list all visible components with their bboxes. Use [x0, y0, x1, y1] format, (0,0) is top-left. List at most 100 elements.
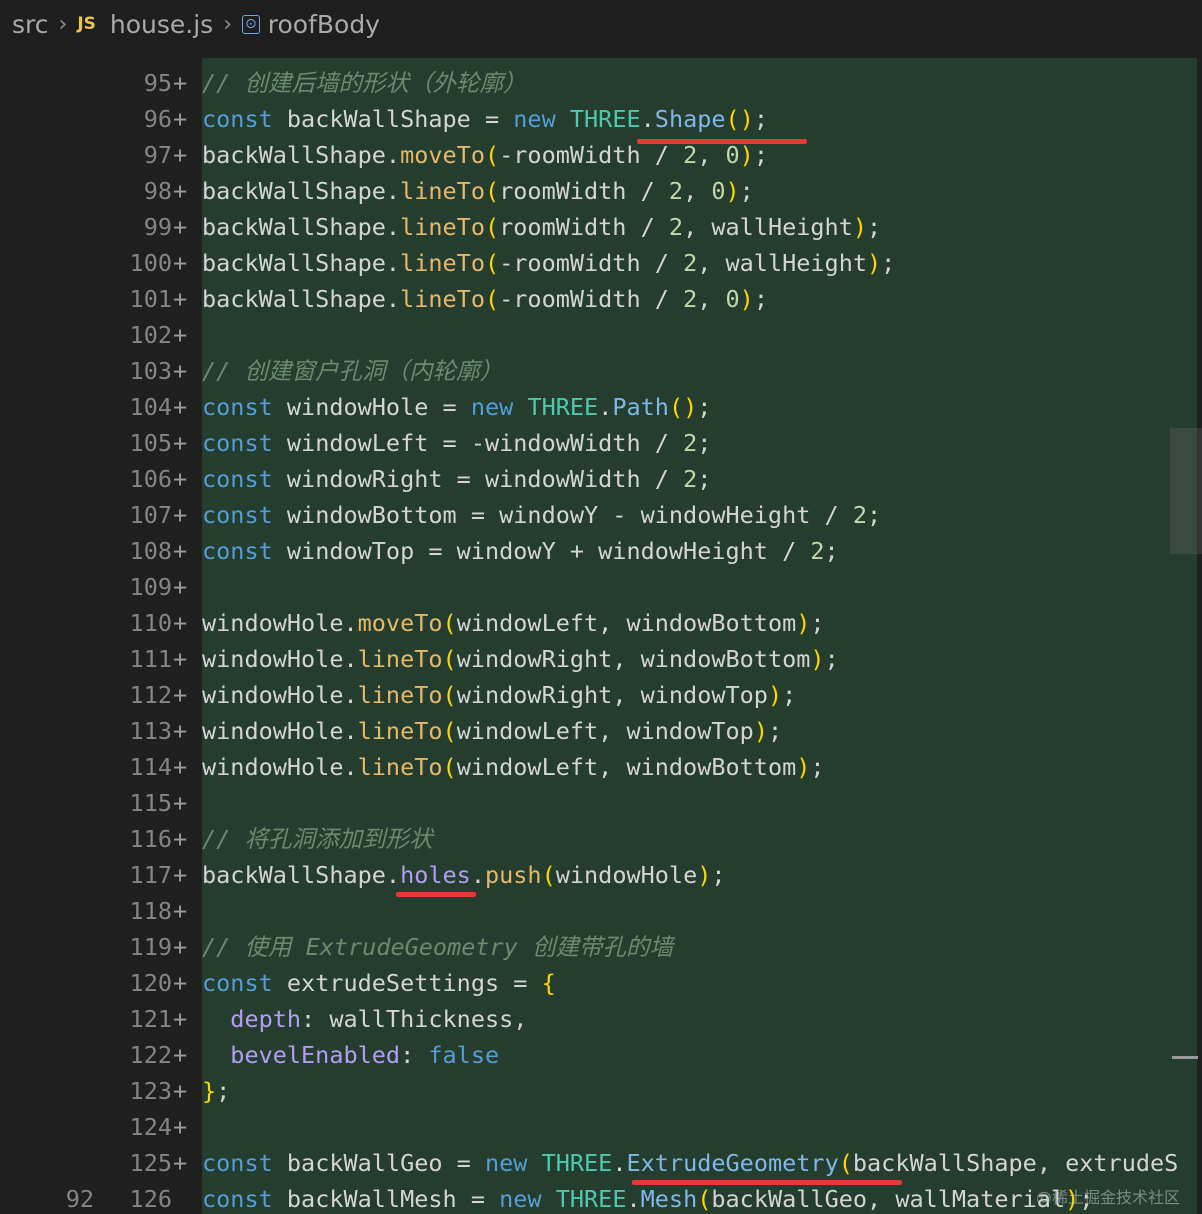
code-token: ; [697, 465, 712, 493]
breadcrumb-file[interactable]: JS house.js [77, 10, 213, 39]
code-line[interactable]: 107 + const windowBottom = windowY - windo… [0, 497, 1202, 533]
line-number: 116 [129, 825, 172, 853]
code-token: -roomWidth / [499, 141, 684, 169]
breadcrumb-symbol[interactable]: ⊙ roofBody [242, 10, 380, 39]
code-token: , [697, 141, 726, 169]
code-line[interactable]: 103 + // 创建窗户孔洞（内轮廓） [0, 353, 1202, 389]
code-line[interactable]: 105 + const windowLeft = -windowWidth / 2; [0, 425, 1202, 461]
code-token: lineTo [400, 177, 485, 205]
code-token: windowBottom = windowY - windowHeight / [272, 501, 853, 529]
code-token: ) [753, 717, 768, 745]
code-text: windowHole.lineTo(windowLeft, windowBott… [202, 749, 825, 785]
diff-added-marker: + [173, 1041, 188, 1069]
code-token: . [612, 1149, 627, 1177]
code-token: new [484, 1149, 528, 1177]
code-line[interactable]: 100 + backWallShape.lineTo(-roomWidth / 2,… [0, 245, 1202, 281]
line-number: 119 [129, 933, 172, 961]
code-token: backWallGeo, wallMaterial [711, 1185, 1066, 1213]
code-text: const backWallGeo = new THREE.ExtrudeGeo… [202, 1145, 1178, 1181]
breadcrumb-folder[interactable]: src [12, 10, 49, 39]
line-number: 98 [143, 177, 172, 205]
code-line[interactable]: 115 + [0, 785, 1202, 821]
line-number: 125 [129, 1149, 172, 1177]
code-text: const windowBottom = windowY - windowHei… [202, 497, 881, 533]
code-line[interactable]: 98 + backWallShape.lineTo(roomWidth / 2, 0… [0, 173, 1202, 209]
code-token: ; [753, 105, 768, 133]
code-token: const [202, 105, 273, 133]
code-line[interactable]: 125 + const backWallGeo = new THREE.Extrud… [0, 1145, 1202, 1181]
code-line[interactable]: 108 + const windowTop = windowY + windowHe… [0, 533, 1202, 569]
code-line[interactable]: 121 + depth: wallThickness, [0, 1001, 1202, 1037]
diff-added-marker: + [173, 825, 188, 853]
code-text: backWallShape.lineTo(-roomWidth / 2, 0); [202, 281, 768, 317]
diff-added-marker: + [173, 897, 188, 925]
code-token: lineTo [357, 753, 443, 781]
code-token: lineTo [357, 717, 443, 745]
code-token: lineTo [400, 285, 485, 313]
code-line[interactable]: 109 + [0, 569, 1202, 605]
code-line[interactable]: 99 + backWallShape.lineTo(roomWidth / 2, w… [0, 209, 1202, 245]
code-token: ) [852, 213, 867, 241]
scrollbar-thumb[interactable] [1170, 428, 1202, 554]
code-line[interactable]: 97 + backWallShape.moveTo(-roomWidth / 2, … [0, 137, 1202, 173]
code-token: () [725, 105, 754, 133]
line-number: 106 [129, 465, 172, 493]
code-line[interactable]: 114 + windowHole.lineTo(windowLeft, window… [0, 749, 1202, 785]
code-text: // 创建后墙的形状（外轮廓） [202, 65, 526, 101]
diff-added-marker: + [173, 753, 188, 781]
code-line[interactable]: 96 + const backWallShape = new THREE.Shape… [0, 101, 1202, 137]
code-token: . [598, 393, 613, 421]
code-line[interactable]: 124 + [0, 1109, 1202, 1145]
code-token: 2 [810, 537, 825, 565]
code-line[interactable]: 120 + const extrudeSettings = { [0, 965, 1202, 1001]
line-number: 110 [129, 609, 172, 637]
code-token: : wallThickness, [301, 1005, 528, 1033]
code-token: 0 [711, 177, 726, 205]
code-token: 0 [725, 285, 740, 313]
code-line[interactable]: 119 + // 使用 ExtrudeGeometry 创建带孔的墙 [0, 929, 1202, 965]
code-line[interactable]: 118 + [0, 893, 1202, 929]
code-token: windowHole [555, 861, 698, 889]
code-token: ) [867, 249, 882, 277]
code-line[interactable]: 101 + backWallShape.lineTo(-roomWidth / 2,… [0, 281, 1202, 317]
code-token: windowHole. [202, 717, 358, 745]
code-text: const backWallMesh = new THREE.Mesh(back… [202, 1181, 1093, 1214]
code-text: bevelEnabled: false [202, 1037, 499, 1073]
code-line[interactable]: 110 + windowHole.moveTo(windowLeft, window… [0, 605, 1202, 641]
code-line[interactable]: 113 + windowHole.lineTo(windowLeft, window… [0, 713, 1202, 749]
diff-added-marker: + [173, 933, 188, 961]
code-text: windowHole.lineTo(windowLeft, windowTop)… [202, 713, 782, 749]
line-number: 122 [129, 1041, 172, 1069]
code-line[interactable]: 111 + windowHole.lineTo(windowRight, windo… [0, 641, 1202, 677]
code-line[interactable]: 122 + bevelEnabled: false [0, 1037, 1202, 1073]
code-line[interactable]: 92 126 const backWallMesh = new THREE.Mesh… [0, 1181, 1202, 1214]
code-line[interactable]: 123 +}; [0, 1073, 1202, 1109]
symbol-label: roofBody [267, 9, 380, 39]
diff-added-marker: + [173, 393, 188, 421]
line-number: 126 [129, 1185, 172, 1213]
code-line[interactable]: 95 + // 创建后墙的形状（外轮廓） [0, 65, 1202, 101]
code-token: ExtrudeGeometry [626, 1149, 839, 1177]
code-token: ; [782, 681, 797, 709]
code-text: backWallShape.lineTo(-roomWidth / 2, wal… [202, 245, 895, 281]
code-token: roomWidth / [499, 213, 669, 241]
code-token: false [428, 1041, 500, 1069]
diff-added-marker: + [173, 645, 188, 673]
code-token: lineTo [400, 249, 485, 277]
line-number: 107 [129, 501, 172, 529]
code-line[interactable]: 112 + windowHole.lineTo(windowRight, windo… [0, 677, 1202, 713]
code-text: // 使用 ExtrudeGeometry 创建带孔的墙 [202, 929, 673, 965]
code-line[interactable]: 102 + [0, 317, 1202, 353]
code-token: new [513, 105, 556, 133]
code-line[interactable]: 104 + const windowHole = new THREE.Path(); [0, 389, 1202, 425]
code-token: ) [767, 681, 783, 709]
code-token: lineTo [400, 213, 485, 241]
code-line[interactable]: 106 + const windowRight = windowWidth / 2; [0, 461, 1202, 497]
code-token: ) [739, 141, 754, 169]
code-editor[interactable]: 95 + // 创建后墙的形状（外轮廓） 96 + const backWallShape… [0, 48, 1202, 1214]
code-line[interactable]: 117 + backWallShape.holes.push(windowHole)… [0, 857, 1202, 893]
code-line[interactable]: 116 + // 将孔洞添加到形状 [0, 821, 1202, 857]
